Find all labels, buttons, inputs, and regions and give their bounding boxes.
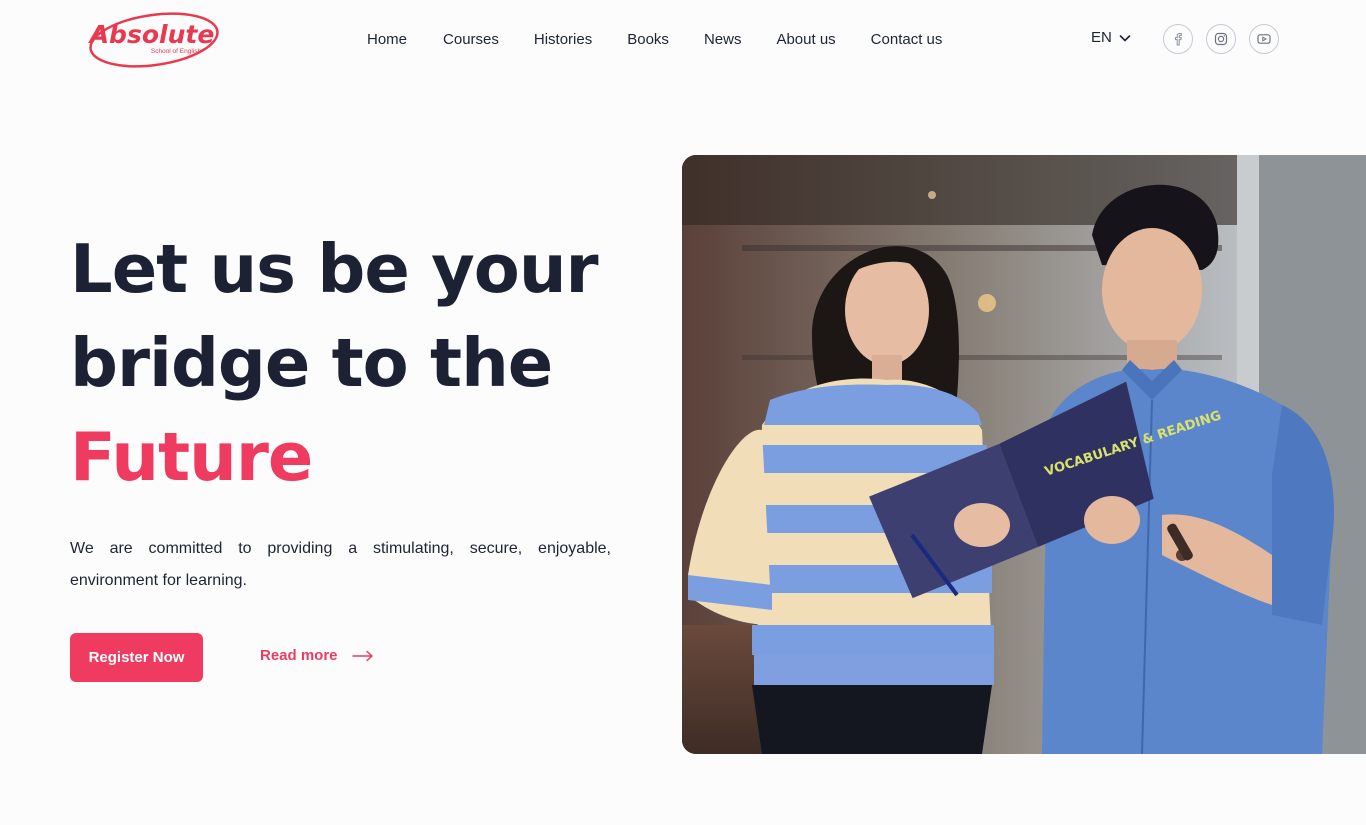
hero-title: Let us be your bridge to the Future [70, 222, 630, 504]
nav-item-courses[interactable]: Courses [443, 30, 499, 50]
nav-item-histories[interactable]: Histories [534, 30, 592, 50]
chevron-down-icon [1119, 34, 1131, 41]
logo[interactable]: Absolute School of English [84, 10, 222, 70]
register-now-button[interactable]: Register Now [70, 633, 203, 682]
youtube-icon [1257, 34, 1271, 44]
instagram-icon [1214, 32, 1228, 46]
read-more-link[interactable]: Read more [260, 647, 374, 664]
site-header: Absolute School of English Home Courses … [0, 0, 1366, 80]
facebook-icon [1175, 32, 1182, 46]
hero-title-line-1: Let us be your [70, 230, 599, 308]
arrow-right-icon [351, 650, 373, 661]
logo-text: Absolute [88, 20, 215, 49]
hero-photo: VOCABULARY & READING [682, 155, 1366, 754]
logo-subtext: School of English [151, 48, 202, 55]
hero-title-line-2: bridge to the [70, 324, 553, 402]
nav-item-about-us[interactable]: About us [776, 30, 835, 50]
language-label: EN [1091, 29, 1112, 46]
language-selector[interactable]: EN [1091, 29, 1132, 46]
youtube-link[interactable] [1249, 24, 1279, 54]
hero-title-accent: Future [70, 418, 313, 496]
main-nav: Home Courses Histories Books News About … [367, 30, 942, 50]
instagram-link[interactable] [1206, 24, 1236, 54]
nav-item-contact-us[interactable]: Contact us [871, 30, 943, 50]
nav-item-home[interactable]: Home [367, 30, 407, 50]
nav-item-books[interactable]: Books [627, 30, 669, 50]
nav-item-news[interactable]: News [704, 30, 742, 50]
read-more-label: Read more [260, 647, 338, 664]
facebook-link[interactable] [1163, 24, 1193, 54]
hero-description: We are committed to providing a stimulat… [70, 540, 611, 589]
